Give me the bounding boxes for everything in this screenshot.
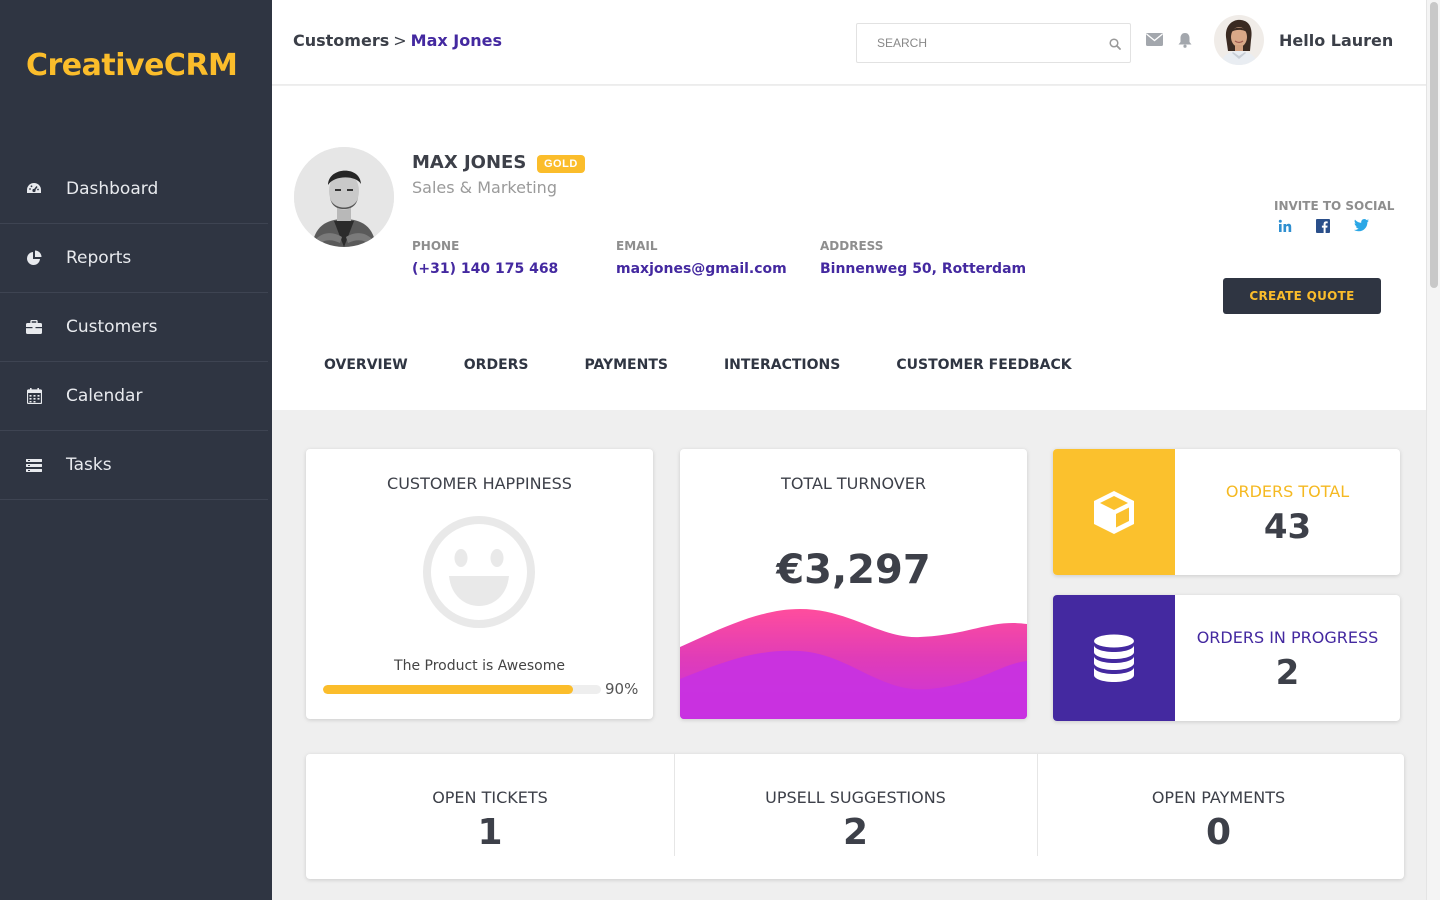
happiness-percent: 90%: [605, 680, 639, 698]
stat-label: OPEN PAYMENTS: [1151, 788, 1286, 807]
tab-orders[interactable]: ORDERS: [464, 357, 529, 373]
user-greeting[interactable]: Hello Lauren: [1279, 31, 1393, 50]
smiley-face-icon: [421, 514, 537, 635]
scrollbar-thumb[interactable]: [1430, 2, 1438, 288]
sidebar-item-label: Tasks: [66, 455, 112, 475]
invite-label: INVITE TO SOCIAL: [1274, 199, 1395, 213]
sidebar-item-customers[interactable]: Customers: [0, 293, 268, 362]
orders-in-progress-card: ORDERS IN PROGRESS 2: [1053, 595, 1400, 721]
tab-interactions[interactable]: INTERACTIONS: [724, 357, 840, 373]
phone-value[interactable]: (+31) 140 175 468: [412, 261, 558, 277]
tab-overview[interactable]: OVERVIEW: [324, 357, 408, 373]
linkedin-icon[interactable]: [1278, 219, 1292, 238]
happiness-progress-fill: [323, 685, 574, 694]
create-quote-button[interactable]: CREATE QUOTE: [1223, 278, 1381, 314]
phone-label: PHONE: [412, 239, 460, 253]
open-tickets-stat[interactable]: OPEN TICKETS 1: [306, 754, 674, 856]
stat-label: OPEN TICKETS: [432, 788, 548, 807]
happiness-caption: The Product is Awesome: [394, 658, 565, 674]
address-value[interactable]: Binnenweg 50, Rotterdam: [820, 261, 1026, 277]
sidebar-item-label: Calendar: [66, 386, 143, 406]
upsell-suggestions-stat[interactable]: UPSELL SUGGESTIONS 2: [674, 754, 1037, 856]
orders-in-progress-label: ORDERS IN PROGRESS: [1196, 628, 1379, 647]
customer-photo: [294, 147, 394, 247]
email-field: EMAIL maxjones@gmail.com: [616, 239, 787, 277]
search-box: [856, 23, 1131, 63]
sidebar-item-reports[interactable]: Reports: [0, 224, 268, 293]
database-icon: [1094, 634, 1134, 682]
total-turnover-card: TOTAL TURNOVER €3,297: [680, 449, 1027, 719]
stat-label: UPSELL SUGGESTIONS: [765, 788, 946, 807]
breadcrumb-separator: >: [393, 31, 407, 50]
box-icon-tile: [1053, 449, 1175, 575]
brand-logo[interactable]: CreativeCRM: [26, 48, 238, 83]
search-input[interactable]: [857, 24, 1097, 62]
email-label: EMAIL: [616, 239, 658, 253]
page-scrollbar[interactable]: [1426, 0, 1440, 900]
card-title: CUSTOMER HAPPINESS: [387, 474, 572, 493]
tab-customer-feedback[interactable]: CUSTOMER FEEDBACK: [896, 357, 1071, 373]
list-icon: [26, 457, 42, 473]
sidebar: CreativeCRM Dashboard Reports Customers …: [0, 0, 272, 900]
facebook-icon[interactable]: [1316, 219, 1330, 238]
briefcase-icon: [26, 319, 42, 335]
turnover-wave-graphic: [680, 609, 1027, 719]
customer-profile: MAX JONES GOLD Sales & Marketing PHONE (…: [272, 86, 1426, 410]
dashboard-gauge-icon: [26, 181, 42, 197]
customer-happiness-card: CUSTOMER HAPPINESS The Product is Awesom…: [306, 449, 653, 719]
happiness-progress-bar: [323, 685, 601, 694]
address-label: ADDRESS: [820, 239, 884, 253]
profile-tabs: OVERVIEW ORDERS PAYMENTS INTERACTIONS CU…: [324, 357, 1128, 373]
sidebar-item-label: Dashboard: [66, 179, 159, 199]
pie-chart-icon: [26, 250, 42, 266]
sidebar-nav: Dashboard Reports Customers Calendar Tas…: [0, 155, 268, 500]
sidebar-item-calendar[interactable]: Calendar: [0, 362, 268, 431]
phone-field: PHONE (+31) 140 175 468: [412, 239, 558, 277]
stat-value: 2: [842, 812, 869, 853]
database-icon-tile: [1053, 595, 1175, 721]
calendar-icon: [26, 388, 42, 404]
stats-panel: OPEN TICKETS 1 UPSELL SUGGESTIONS 2 OPEN…: [306, 754, 1404, 879]
stat-value: 0: [1205, 812, 1232, 853]
twitter-icon[interactable]: [1354, 219, 1369, 238]
customer-name: MAX JONES: [412, 152, 527, 173]
open-payments-stat[interactable]: OPEN PAYMENTS 0: [1037, 754, 1400, 856]
user-avatar[interactable]: [1214, 15, 1264, 65]
turnover-value: €3,297: [776, 547, 931, 593]
sidebar-item-label: Reports: [66, 248, 132, 268]
mail-icon[interactable]: [1146, 33, 1163, 51]
address-field: ADDRESS Binnenweg 50, Rotterdam: [820, 239, 1026, 277]
customer-role: Sales & Marketing: [412, 178, 557, 197]
sidebar-item-label: Customers: [66, 317, 158, 337]
tier-badge: GOLD: [537, 155, 585, 173]
stat-value: 1: [477, 812, 503, 853]
orders-total-label: ORDERS TOTAL: [1225, 482, 1350, 501]
sidebar-item-dashboard[interactable]: Dashboard: [0, 155, 268, 224]
orders-total-card: ORDERS TOTAL 43: [1053, 449, 1400, 575]
tab-payments[interactable]: PAYMENTS: [585, 357, 668, 373]
orders-total-value: 43: [1263, 507, 1312, 547]
email-value[interactable]: maxjones@gmail.com: [616, 261, 787, 277]
breadcrumb-current: Max Jones: [410, 31, 502, 50]
social-invite: INVITE TO SOCIAL: [1274, 199, 1394, 238]
sidebar-item-tasks[interactable]: Tasks: [0, 431, 268, 500]
card-title: TOTAL TURNOVER: [781, 474, 926, 493]
orders-in-progress-value: 2: [1275, 653, 1300, 693]
top-header: Customers>Max Jones Hello Lauren: [272, 0, 1426, 85]
box-icon: [1094, 491, 1134, 534]
bell-icon[interactable]: [1178, 32, 1192, 53]
search-icon[interactable]: [1109, 37, 1121, 55]
breadcrumb-parent[interactable]: Customers: [293, 31, 389, 50]
breadcrumb: Customers > Max Jones: [293, 31, 502, 50]
